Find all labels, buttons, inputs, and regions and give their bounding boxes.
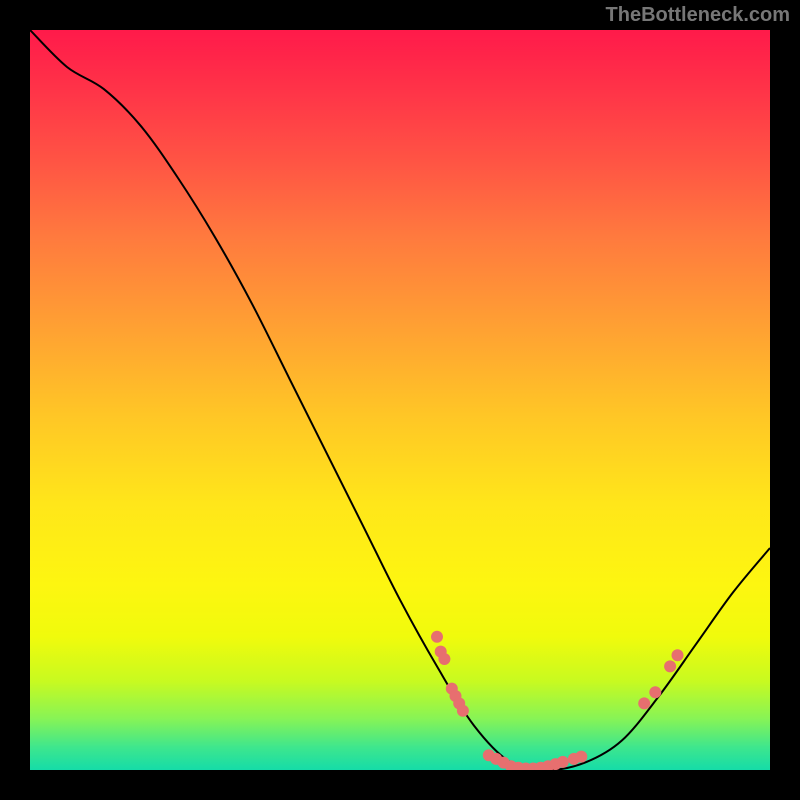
attribution-text: TheBottleneck.com (606, 4, 790, 27)
data-marker (438, 653, 450, 665)
data-marker (664, 660, 676, 672)
data-marker (672, 649, 684, 661)
chart-plot-area (30, 30, 770, 770)
data-marker (638, 697, 650, 709)
data-markers (431, 631, 684, 770)
data-marker (431, 631, 443, 643)
chart-svg (30, 30, 770, 770)
data-marker (575, 751, 587, 763)
data-marker (557, 756, 569, 768)
data-marker (457, 705, 469, 717)
data-marker (649, 686, 661, 698)
bottleneck-curve (30, 30, 770, 770)
